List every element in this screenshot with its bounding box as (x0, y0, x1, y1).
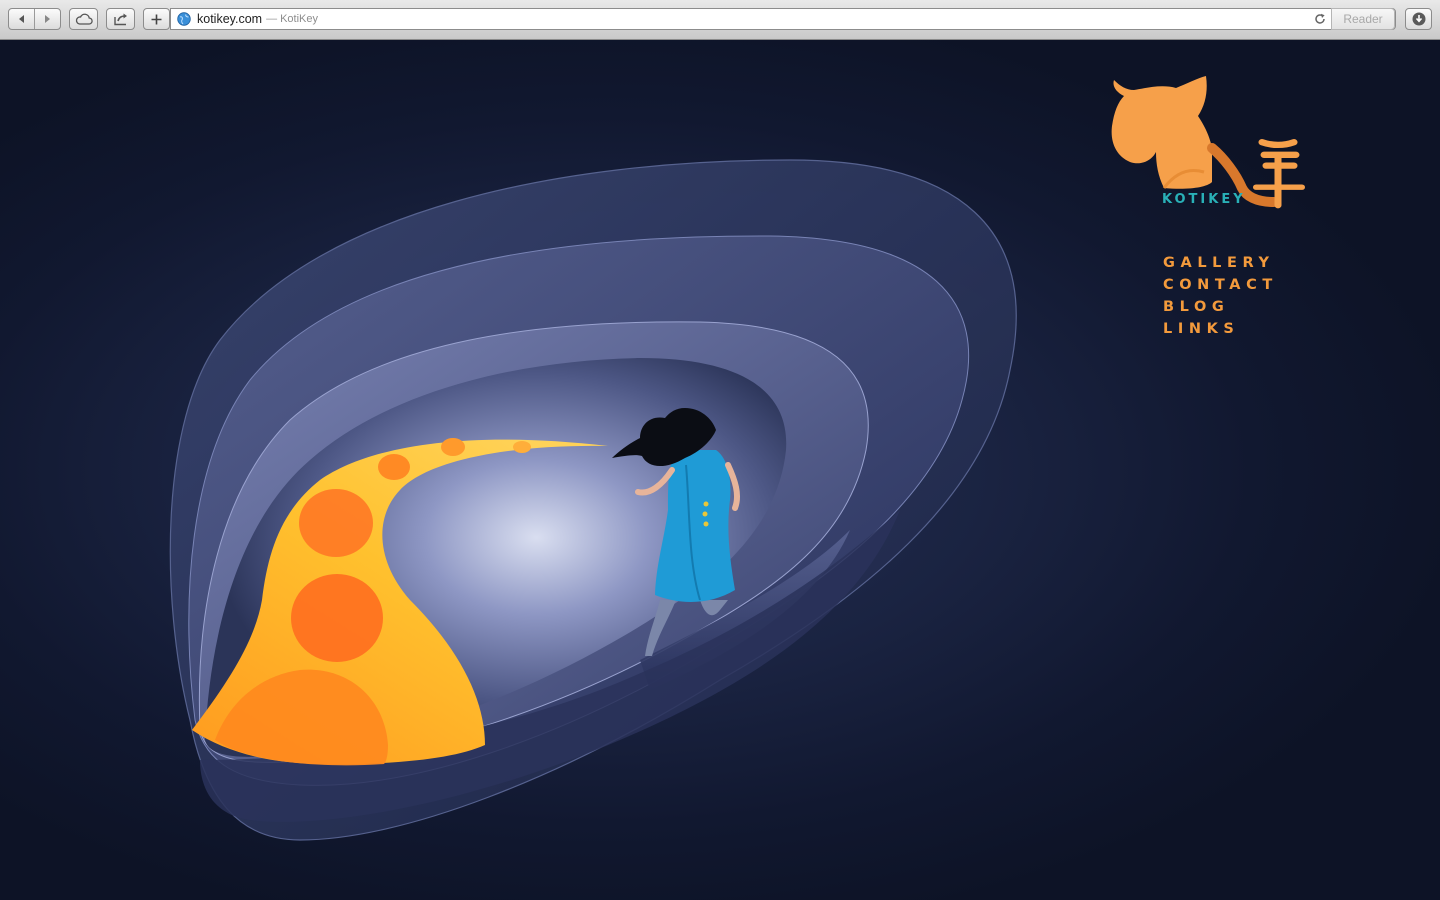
back-button[interactable] (9, 9, 34, 29)
forward-button[interactable] (35, 9, 60, 29)
browser-toolbar: kotikey.com — KotiKey Reader (0, 0, 1440, 40)
forward-arrow-icon (45, 15, 51, 23)
icloud-tabs-button[interactable] (69, 8, 98, 30)
cloud-icon (75, 13, 93, 25)
address-bar[interactable]: kotikey.com — KotiKey Reader (170, 8, 1396, 30)
logo-wordmark[interactable]: KOTIKEY (1162, 192, 1246, 207)
url-text: kotikey.com (197, 12, 263, 26)
share-icon (113, 13, 127, 26)
back-forward-buttons (8, 8, 61, 30)
main-navigation: GALLERY CONTACT BLOG LINKS (1163, 252, 1278, 340)
kotikey-cat-logo[interactable] (1106, 76, 1306, 210)
nav-blog-link[interactable]: BLOG (1163, 296, 1278, 318)
new-tab-button[interactable] (143, 8, 170, 30)
page-title-in-address-bar: KotiKey (280, 13, 318, 25)
nav-gallery-link[interactable]: GALLERY (1163, 252, 1278, 274)
page-content: KOTIKEY GALLERY CONTACT BLOG LINKS (0, 40, 1440, 900)
share-button[interactable] (106, 8, 135, 30)
plus-icon (151, 14, 162, 24)
reader-button[interactable]: Reader (1331, 8, 1395, 30)
nav-contact-link[interactable]: CONTACT (1163, 274, 1278, 296)
back-arrow-icon (18, 15, 24, 23)
url-title-separator: — (266, 13, 278, 25)
globe-icon (177, 12, 191, 26)
download-icon (1412, 12, 1425, 26)
nav-links-link[interactable]: LINKS (1163, 318, 1278, 340)
downloads-button[interactable] (1405, 8, 1432, 30)
reload-icon[interactable] (1313, 12, 1327, 26)
